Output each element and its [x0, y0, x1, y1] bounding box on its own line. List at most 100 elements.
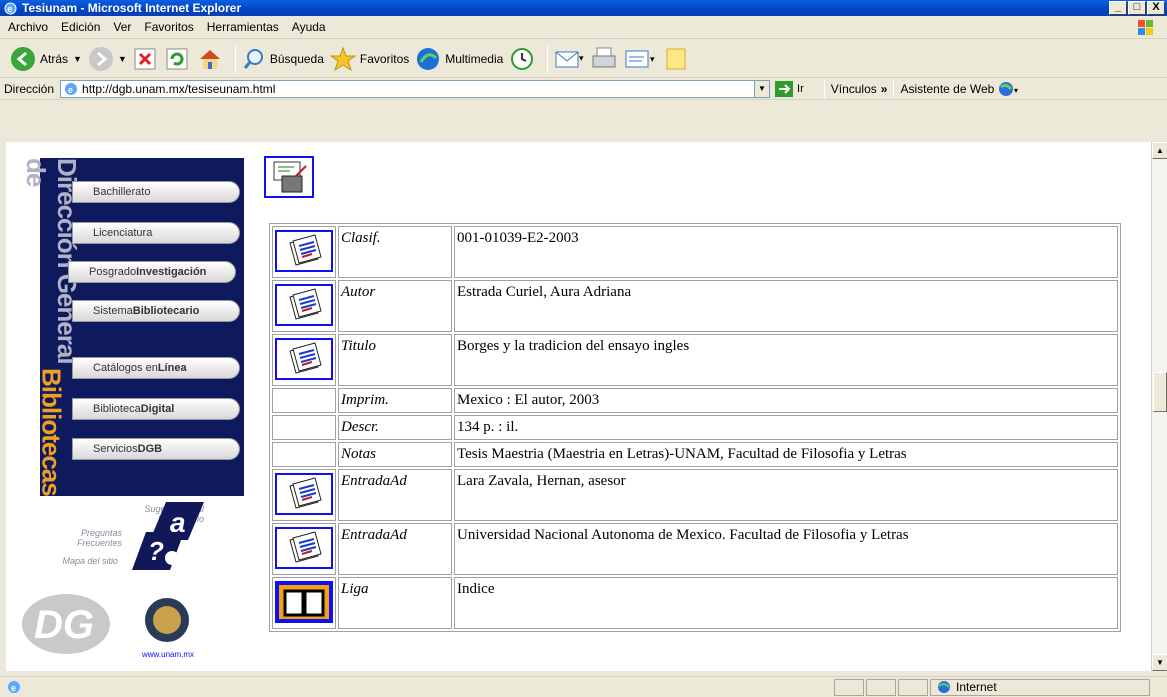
row-icon-cell — [272, 469, 336, 521]
faq-link[interactable]: Preguntas Frecuentes — [66, 528, 122, 548]
menu-favoritos[interactable]: Favoritos — [144, 20, 193, 34]
book-icon[interactable] — [275, 581, 333, 623]
title-bar: e Tesiunam - Microsoft Internet Explorer… — [0, 0, 1167, 16]
svg-text:e: e — [68, 85, 73, 95]
unam-url[interactable]: www.unam.mx — [142, 650, 194, 659]
scroll-down-button[interactable]: ▼ — [1152, 654, 1167, 671]
menu-ayuda[interactable]: Ayuda — [292, 20, 326, 34]
multimedia-icon — [417, 47, 440, 70]
field-value[interactable]: Lara Zavala, Hernan, asesor — [454, 469, 1118, 521]
edit-icon[interactable]: ▾ — [624, 47, 658, 71]
table-row: Liga Indice — [272, 577, 1118, 629]
sidebar-item-biblioteca-digital[interactable]: Biblioteca Digital — [72, 398, 240, 420]
chevron-down-icon[interactable]: ▼ — [73, 54, 82, 64]
star-icon — [329, 46, 356, 71]
globe-icon[interactable]: ▾ — [998, 81, 1020, 97]
minimize-button[interactable]: _ — [1109, 1, 1127, 15]
refresh-icon[interactable] — [165, 47, 189, 71]
sidebar-item-sistema-bibliotecario[interactable]: Sistema Bibliotecario — [72, 300, 240, 322]
web-assistant[interactable]: Asistente de Web — [900, 82, 994, 96]
sidebar-item-label-bold: Bibliotecario — [132, 305, 200, 317]
multimedia-label: Multimedia — [445, 51, 504, 66]
back-button[interactable]: Atrás ▼ — [10, 46, 82, 72]
field-value[interactable]: Borges y la tradicion del ensayo ingles — [454, 334, 1118, 386]
sidebar-links-area: Sugerencias al Nuevo Sitio Preguntas Fre… — [22, 498, 246, 668]
sidebar-item-bachillerato[interactable]: Bachillerato — [72, 181, 240, 203]
address-input[interactable]: e http://dgb.unam.mx/tesiseunam.html ▼ — [60, 79, 771, 98]
field-label: Imprim. — [338, 388, 452, 413]
menu-ver[interactable]: Ver — [113, 20, 131, 34]
svg-text:e: e — [7, 4, 12, 14]
send-document-icon[interactable] — [264, 156, 314, 198]
menu-bar: Archivo Edición Ver Favoritos Herramient… — [0, 16, 1167, 39]
sitemap-link[interactable]: Mapa del sitio — [46, 556, 118, 566]
field-label: Notas — [338, 442, 452, 467]
field-label: Clasif. — [338, 226, 452, 278]
zone-label: Internet — [956, 680, 997, 694]
field-value[interactable]: Indice — [454, 577, 1118, 629]
row-icon-cell — [272, 577, 336, 629]
table-row: Imprim. Mexico : El autor, 2003 — [272, 388, 1118, 413]
links-more[interactable]: » — [881, 82, 888, 96]
table-row: Notas Tesis Maestria (Maestria en Letras)… — [272, 442, 1118, 467]
close-button[interactable]: X — [1147, 1, 1165, 15]
sidebar-item-catalogos[interactable]: Catálogos en Línea — [72, 357, 240, 379]
field-value[interactable]: 001-01039-E2-2003 — [454, 226, 1118, 278]
vertical-scrollbar[interactable]: ▲ ▼ — [1151, 142, 1167, 671]
document-icon[interactable] — [275, 473, 333, 515]
table-row: Titulo Borges y la tradicion del ensayo i… — [272, 334, 1118, 386]
toolbar-separator — [547, 44, 549, 73]
search-label: Búsqueda — [269, 51, 324, 66]
field-value: Mexico : El autor, 2003 — [454, 388, 1118, 413]
sidebar-item-label: Bachillerato — [93, 186, 151, 198]
sidebar-item-label: Licenciatura — [93, 227, 153, 239]
search-button[interactable]: Búsqueda — [242, 47, 324, 71]
maximize-button[interactable]: □ — [1128, 1, 1146, 15]
stop-icon[interactable] — [133, 47, 157, 71]
history-icon[interactable] — [509, 46, 535, 72]
scroll-thumb[interactable] — [1153, 372, 1167, 412]
go-icon[interactable] — [774, 80, 794, 98]
sidebar-item-label: Sistema — [93, 305, 133, 317]
print-icon[interactable] — [590, 46, 618, 72]
menu-edicion[interactable]: Edición — [61, 20, 100, 34]
table-row: Clasif. 001-01039-E2-2003 — [272, 226, 1118, 278]
sidebar-item-posgrado[interactable]: Posgrado Investigación — [68, 261, 236, 283]
chevron-down-icon[interactable]: ▼ — [754, 80, 770, 97]
menu-archivo[interactable]: Archivo — [8, 20, 48, 34]
mail-icon[interactable]: ▾ — [554, 47, 584, 71]
table-row: Descr. 134 p. : il. — [272, 415, 1118, 440]
links-label[interactable]: Vínculos — [831, 82, 877, 96]
document-icon[interactable] — [275, 230, 333, 272]
svg-text:e: e — [11, 683, 16, 693]
field-value[interactable]: Universidad Nacional Autonoma de Mexico.… — [454, 523, 1118, 575]
multimedia-button[interactable]: Multimedia — [415, 46, 503, 72]
forward-button[interactable]: ▼ — [88, 46, 127, 72]
frame-top — [0, 100, 1167, 142]
toolbar-separator — [234, 44, 236, 73]
menu-herramientas[interactable]: Herramientas — [207, 20, 279, 34]
document-icon[interactable] — [275, 284, 333, 326]
scroll-up-button[interactable]: ▲ — [1152, 142, 1167, 159]
sidebar-item-licenciatura[interactable]: Licenciatura — [72, 222, 240, 244]
messenger-icon[interactable] — [664, 46, 688, 72]
favorites-button[interactable]: Favoritos — [329, 46, 409, 72]
status-cell — [834, 678, 864, 696]
document-icon[interactable] — [275, 527, 333, 569]
sidebar-item-label: Servicios — [93, 443, 138, 455]
help-logo-icon: a? — [132, 502, 204, 570]
field-value[interactable]: Estrada Curiel, Aura Adriana — [454, 280, 1118, 332]
sidebar-item-label: Catálogos en — [93, 362, 158, 374]
chevron-down-icon[interactable]: ▼ — [118, 54, 127, 64]
status-bar: e Internet — [0, 676, 1167, 697]
table-row: Autor Estrada Curiel, Aura Adriana — [272, 280, 1118, 332]
globe-icon — [938, 681, 950, 693]
address-separator — [823, 79, 825, 98]
row-icon-cell — [272, 226, 336, 278]
field-label: Liga — [338, 577, 452, 629]
sidebar-item-label-bold: DGB — [137, 443, 163, 455]
document-icon[interactable] — [275, 338, 333, 380]
home-icon[interactable] — [197, 47, 223, 71]
go-button[interactable]: Ir — [797, 83, 804, 95]
sidebar-item-servicios-dgb[interactable]: Servicios DGB — [72, 438, 240, 460]
